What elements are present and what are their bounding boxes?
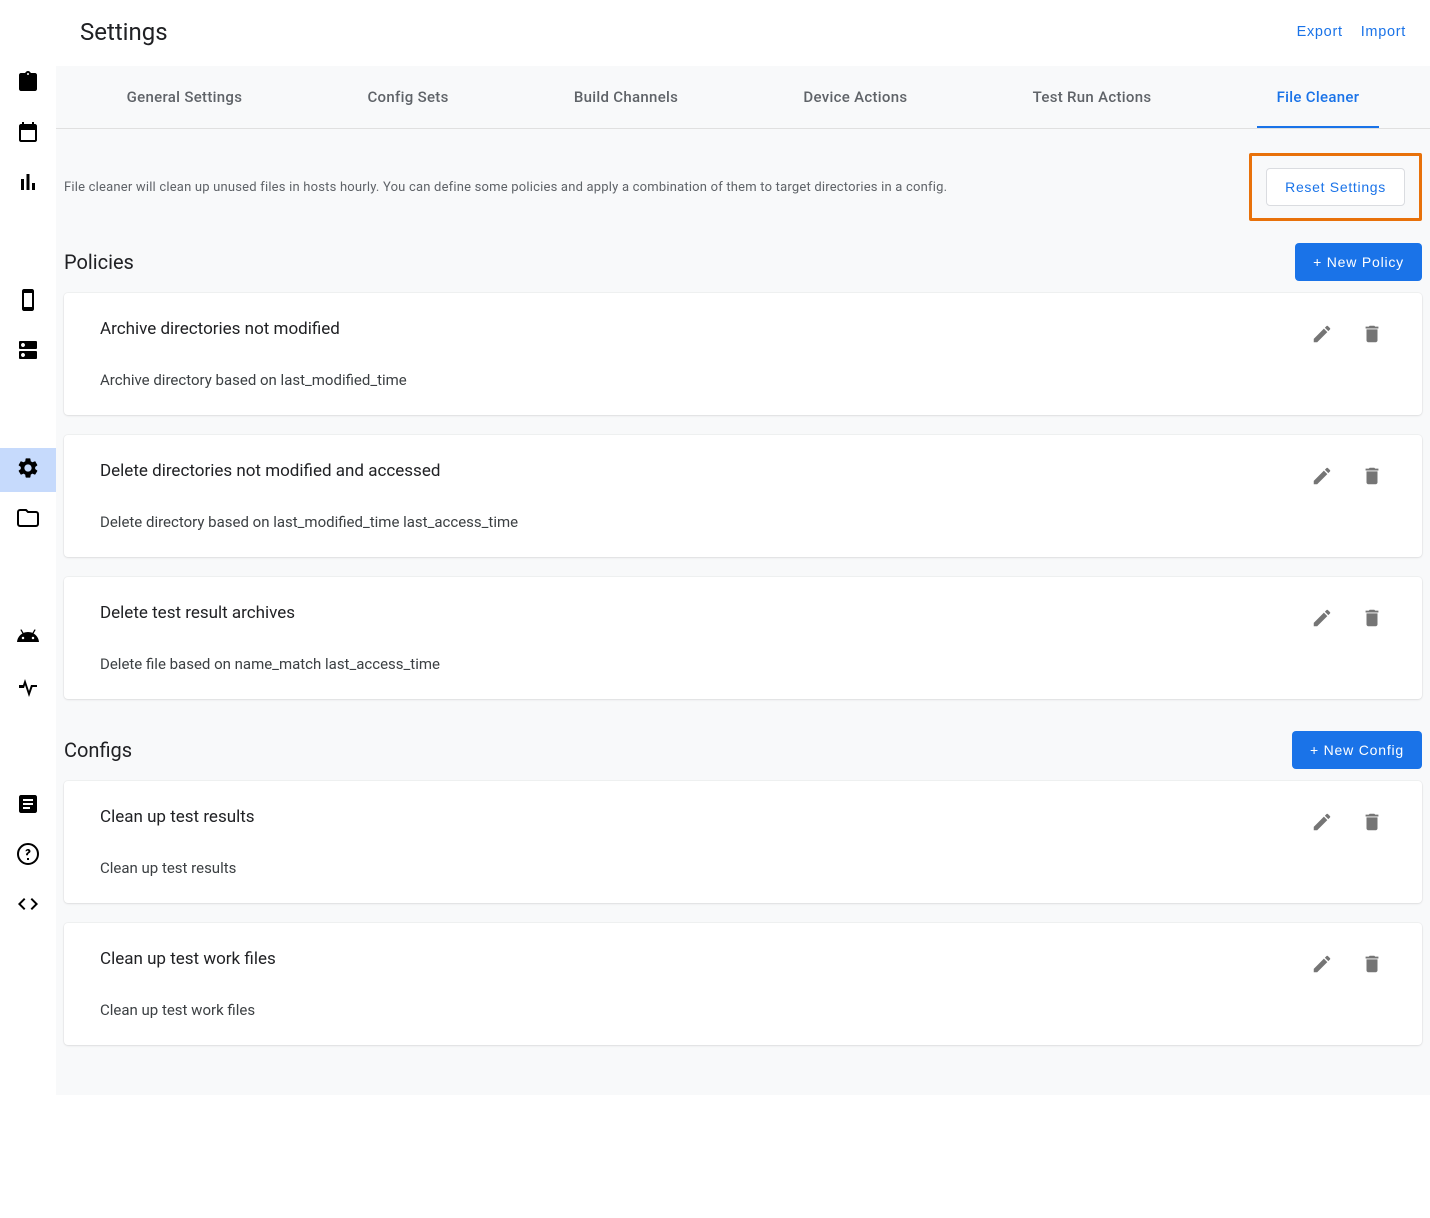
sidebar-item-device[interactable] [0, 280, 56, 324]
sidebar-item-servers[interactable] [0, 330, 56, 374]
help-icon [16, 842, 40, 870]
folder-icon [16, 506, 40, 534]
pencil-icon [1311, 323, 1333, 348]
import-button[interactable]: Import [1361, 24, 1406, 40]
sidebar-item-settings[interactable] [0, 448, 56, 492]
config-card: Clean up test work files Clean up test w… [64, 923, 1422, 1045]
sidebar-item-android[interactable] [0, 616, 56, 660]
delete-button[interactable] [1358, 321, 1386, 349]
android-icon [16, 624, 40, 652]
edit-button[interactable] [1308, 463, 1336, 491]
trash-icon [1361, 953, 1383, 978]
delete-button[interactable] [1358, 605, 1386, 633]
pencil-icon [1311, 607, 1333, 632]
trash-icon [1361, 323, 1383, 348]
new-config-button[interactable]: + New Config [1292, 731, 1422, 769]
export-button[interactable]: Export [1297, 24, 1343, 40]
sidebar-item-folder[interactable] [0, 498, 56, 542]
clipboard-icon [16, 70, 40, 98]
bar-chart-icon [16, 170, 40, 198]
heartbeat-icon [16, 674, 40, 702]
policy-card: Delete test result archives Delete file … [64, 577, 1422, 699]
policy-title: Delete test result archives [100, 603, 1308, 623]
tab-config-sets[interactable]: Config Sets [347, 66, 468, 128]
policies-heading: Policies [64, 250, 134, 274]
delete-button[interactable] [1358, 809, 1386, 837]
edit-button[interactable] [1308, 951, 1336, 979]
gear-icon [16, 456, 40, 484]
configs-heading: Configs [64, 738, 132, 762]
delete-button[interactable] [1358, 463, 1386, 491]
delete-button[interactable] [1358, 951, 1386, 979]
main: Settings Export Import General Settings … [56, 0, 1430, 1218]
sidebar-item-help[interactable] [0, 834, 56, 878]
config-title: Clean up test work files [100, 949, 1308, 969]
sidebar-item-assignments[interactable] [0, 62, 56, 106]
new-policy-button[interactable]: + New Policy [1295, 243, 1422, 281]
sidebar-item-health[interactable] [0, 666, 56, 710]
tab-test-run-actions[interactable]: Test Run Actions [1013, 66, 1172, 128]
tabs: General Settings Config Sets Build Chann… [56, 66, 1430, 129]
highlight-box: Reset Settings [1249, 153, 1422, 221]
phone-icon [16, 288, 40, 316]
config-card: Clean up test results Clean up test resu… [64, 781, 1422, 903]
tab-file-cleaner[interactable]: File Cleaner [1257, 66, 1380, 128]
policy-title: Delete directories not modified and acce… [100, 461, 1308, 481]
trash-icon [1361, 465, 1383, 490]
pencil-icon [1311, 811, 1333, 836]
trash-icon [1361, 811, 1383, 836]
edit-button[interactable] [1308, 605, 1336, 633]
config-desc: Clean up test results [100, 859, 1308, 877]
sidebar-item-api[interactable] [0, 884, 56, 928]
info-text: File cleaner will clean up unused files … [64, 180, 947, 195]
edit-button[interactable] [1308, 809, 1336, 837]
dns-icon [16, 338, 40, 366]
pencil-icon [1311, 953, 1333, 978]
policy-card: Archive directories not modified Archive… [64, 293, 1422, 415]
sidebar-item-notes[interactable] [0, 784, 56, 828]
tab-device-actions[interactable]: Device Actions [783, 66, 927, 128]
trash-icon [1361, 607, 1383, 632]
edit-button[interactable] [1308, 321, 1336, 349]
page-title: Settings [80, 18, 168, 46]
config-title: Clean up test results [100, 807, 1308, 827]
tab-build-channels[interactable]: Build Channels [554, 66, 698, 128]
tab-general-settings[interactable]: General Settings [107, 66, 263, 128]
policy-desc: Delete directory based on last_modified_… [100, 513, 1308, 531]
pencil-icon [1311, 465, 1333, 490]
config-desc: Clean up test work files [100, 1001, 1308, 1019]
sidebar [0, 0, 56, 1218]
policy-desc: Delete file based on name_match last_acc… [100, 655, 1308, 673]
header: Settings Export Import [56, 0, 1430, 66]
policy-card: Delete directories not modified and acce… [64, 435, 1422, 557]
reset-settings-button[interactable]: Reset Settings [1266, 168, 1405, 206]
sidebar-item-analytics[interactable] [0, 162, 56, 206]
policy-title: Archive directories not modified [100, 319, 1308, 339]
notes-icon [16, 792, 40, 820]
sidebar-item-schedule[interactable] [0, 112, 56, 156]
calendar-icon [16, 120, 40, 148]
content: General Settings Config Sets Build Chann… [56, 66, 1430, 1095]
code-icon [16, 892, 40, 920]
policy-desc: Archive directory based on last_modified… [100, 371, 1308, 389]
